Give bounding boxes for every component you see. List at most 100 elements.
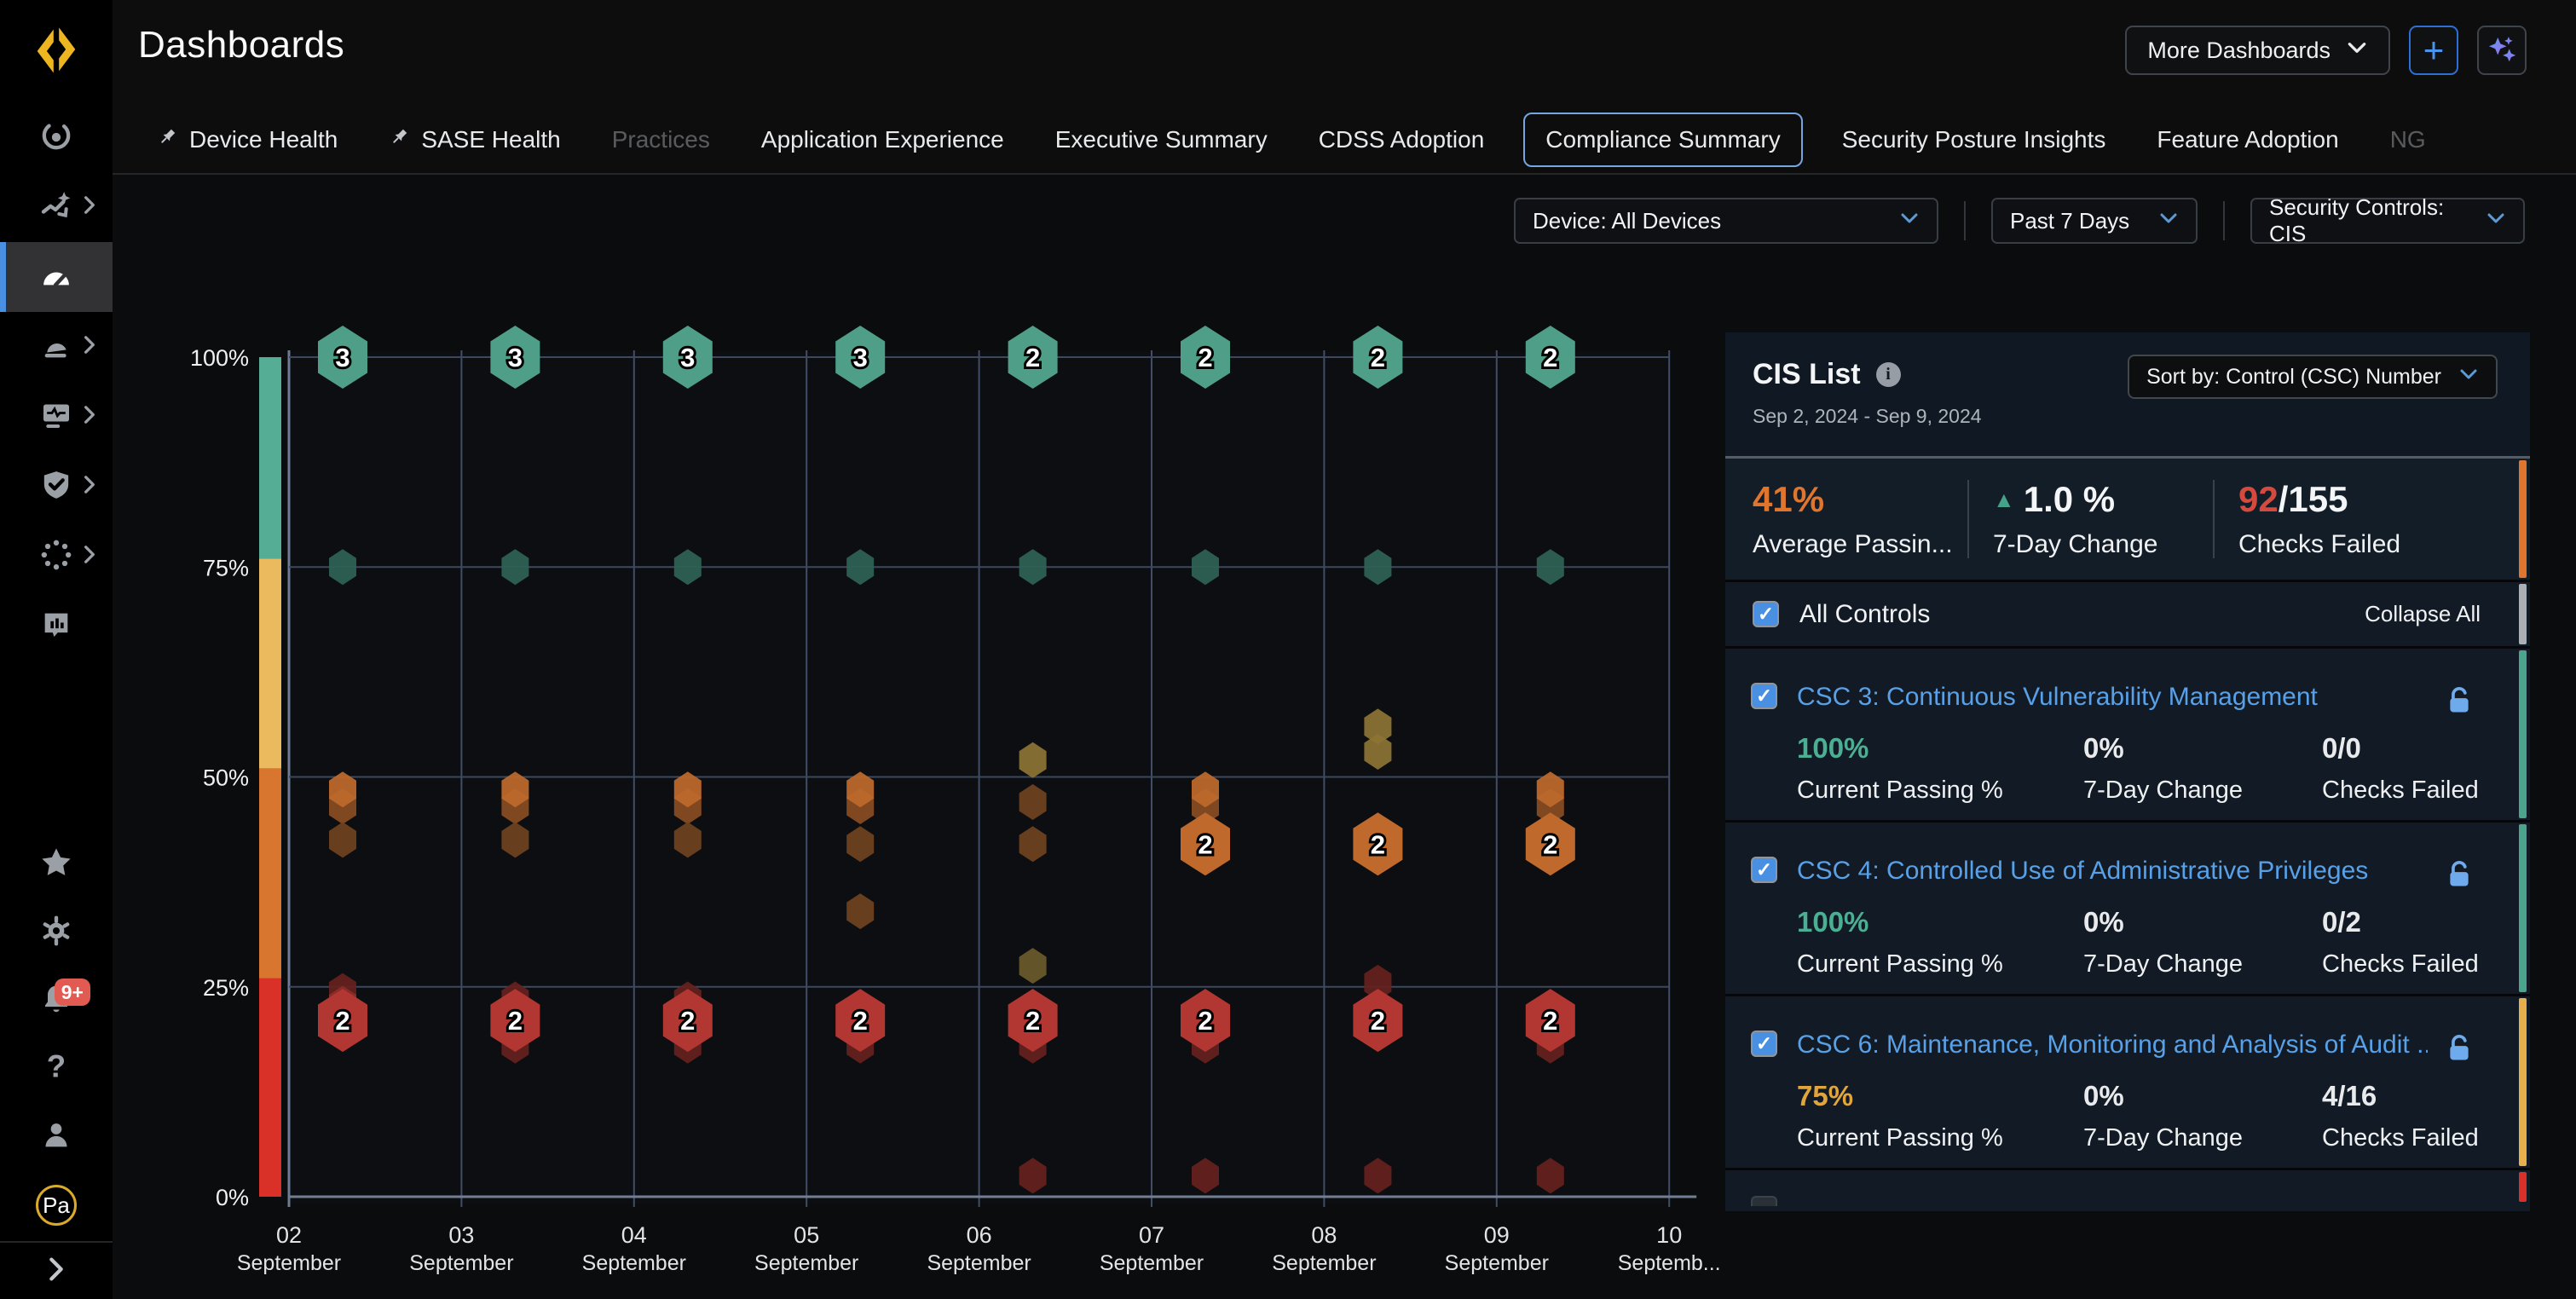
sidebar-item-reports[interactable] xyxy=(0,592,113,661)
stat-value: 92/155 xyxy=(2238,479,2530,520)
unlock-icon[interactable] xyxy=(2445,1032,2474,1069)
sidebar-item-command-center[interactable] xyxy=(0,102,113,172)
svg-text:100%: 100% xyxy=(190,345,249,371)
svg-text:September: September xyxy=(1100,1251,1204,1275)
filter-dropdown-security-controls[interactable]: Security Controls: CIS xyxy=(2250,198,2525,244)
all-controls-row: ✓ All Controls Collapse All xyxy=(1725,580,2530,646)
svg-text:2: 2 xyxy=(1371,343,1385,372)
svg-text:September: September xyxy=(754,1251,858,1275)
svg-text:2: 2 xyxy=(508,1006,523,1036)
row-passing-value: 100% xyxy=(1797,732,1868,765)
svg-text:September: September xyxy=(409,1251,513,1275)
svg-text:2: 2 xyxy=(1025,343,1040,372)
sidebar-item-user[interactable] xyxy=(0,1103,113,1171)
csc-row-0: ✓ CSC 3: Continuous Vulnerability Manage… xyxy=(1725,646,2530,820)
collapse-all-button[interactable]: Collapse All xyxy=(2365,601,2481,627)
status-strip xyxy=(2519,998,2527,1166)
row-failed-label: Checks Failed xyxy=(2322,1124,2479,1152)
sidebar-expand-button[interactable] xyxy=(0,1241,113,1299)
csc-row-title-link[interactable]: CSC 3: Continuous Vulnerability Manageme… xyxy=(1797,683,2318,712)
sidebar-item-insights[interactable] xyxy=(0,172,113,242)
chevron-down-icon xyxy=(2458,364,2479,390)
stat-label: 7-Day Change xyxy=(1993,530,2213,559)
filter-separator xyxy=(2223,201,2225,240)
filter-label: Security Controls: CIS xyxy=(2269,194,2469,247)
row-change-value: 0% xyxy=(2083,732,2124,765)
chevron-down-icon xyxy=(2158,208,2179,234)
info-icon[interactable]: i xyxy=(1876,362,1901,387)
chevron-right-icon xyxy=(78,194,101,221)
chevron-down-icon xyxy=(2486,208,2506,234)
sidebar-item-profile[interactable]: Pa xyxy=(0,1171,113,1239)
chevron-right-icon xyxy=(78,474,101,500)
date-range-label: Sep 2, 2024 - Sep 9, 2024 xyxy=(1753,405,2530,428)
insights-icon xyxy=(39,188,73,227)
csc-row-checkbox[interactable]: ✓ xyxy=(1751,857,1777,883)
filter-dropdown-device[interactable]: Device: All Devices xyxy=(1514,198,1938,244)
panel-scrollbar-thumb[interactable] xyxy=(2519,584,2527,644)
sidebar-item-operations[interactable] xyxy=(0,522,113,592)
sidebar: 9+? Pa xyxy=(0,0,113,1299)
status-strip xyxy=(2519,650,2527,818)
help-icon: ? xyxy=(39,1050,73,1088)
sidebar-item-alarms[interactable] xyxy=(0,312,113,382)
svg-text:2: 2 xyxy=(1543,343,1557,372)
svg-text:2: 2 xyxy=(1543,829,1557,859)
csc-row-checkbox[interactable]: ✓ xyxy=(1751,683,1777,709)
unlock-icon[interactable] xyxy=(2445,858,2474,895)
status-strip xyxy=(2519,460,2527,578)
svg-text:2: 2 xyxy=(853,1006,868,1036)
svg-text:3: 3 xyxy=(680,343,695,372)
svg-text:2: 2 xyxy=(1198,1006,1212,1036)
sort-by-dropdown[interactable]: Sort by: Control (CSC) Number xyxy=(2128,355,2498,399)
devices-icon xyxy=(39,398,73,436)
svg-text:2: 2 xyxy=(1543,1006,1557,1036)
avatar: Pa xyxy=(36,1185,77,1226)
svg-text:05: 05 xyxy=(794,1222,819,1248)
summary-stat-1: ▲1.0 % 7-Day Change xyxy=(1993,479,2213,559)
svg-text:2: 2 xyxy=(1371,1006,1385,1036)
sidebar-item-favorites[interactable] xyxy=(0,830,113,898)
app-logo[interactable] xyxy=(0,0,113,102)
chevron-right-icon xyxy=(78,544,101,570)
sidebar-item-devices[interactable] xyxy=(0,382,113,452)
row-failed-value: 4/16 xyxy=(2322,1080,2377,1112)
svg-text:September: September xyxy=(927,1251,1031,1275)
all-controls-checkbox[interactable]: ✓ xyxy=(1753,601,1779,627)
row-passing-label: Current Passing % xyxy=(1797,1124,2003,1152)
row-change-value: 0% xyxy=(2083,906,2124,938)
svg-text:10: 10 xyxy=(1656,1222,1682,1248)
checkbox-sliver xyxy=(1751,1196,1777,1206)
unlock-icon[interactable] xyxy=(2445,684,2474,721)
sidebar-item-dashboards[interactable] xyxy=(0,242,113,312)
svg-text:September: September xyxy=(237,1251,341,1275)
chevron-down-icon xyxy=(1899,208,1920,234)
csc-row-title-link[interactable]: CSC 4: Controlled Use of Administrative … xyxy=(1797,857,2368,886)
chevron-right-icon xyxy=(78,404,101,430)
row-failed-label: Checks Failed xyxy=(2322,950,2479,979)
compliance-icon xyxy=(39,468,73,506)
csc-row-title-link[interactable]: CSC 6: Maintenance, Monitoring and Analy… xyxy=(1797,1031,2428,1059)
svg-text:06: 06 xyxy=(967,1222,992,1248)
stat-value: ▲1.0 % xyxy=(1993,479,2213,520)
sidebar-item-help[interactable]: ? xyxy=(0,1035,113,1103)
filter-label: Past 7 Days xyxy=(2010,208,2129,234)
delta-up-icon: ▲ xyxy=(1993,487,2015,513)
command-center-icon xyxy=(39,118,73,157)
svg-text:04: 04 xyxy=(621,1222,647,1248)
filter-dropdown-time-range[interactable]: Past 7 Days xyxy=(1991,198,2198,244)
chevron-right-icon xyxy=(78,334,101,361)
sidebar-item-compliance[interactable] xyxy=(0,452,113,522)
svg-text:?: ? xyxy=(47,1050,66,1084)
row-failed-value: 0/2 xyxy=(2322,906,2361,938)
sidebar-item-settings[interactable] xyxy=(0,898,113,967)
filters-row: Device: All Devices Past 7 Days Security C… xyxy=(1514,198,2525,244)
svg-text:3: 3 xyxy=(853,343,868,372)
svg-text:2: 2 xyxy=(1198,343,1212,372)
status-strip xyxy=(2519,824,2527,992)
cis-list-title: CIS List xyxy=(1753,358,1861,391)
csc-row-checkbox[interactable]: ✓ xyxy=(1751,1031,1777,1057)
stat-label: Average Passin... xyxy=(1753,530,1967,559)
sidebar-item-notifications[interactable]: 9+ xyxy=(0,967,113,1035)
row-change-label: 7-Day Change xyxy=(2083,777,2243,805)
